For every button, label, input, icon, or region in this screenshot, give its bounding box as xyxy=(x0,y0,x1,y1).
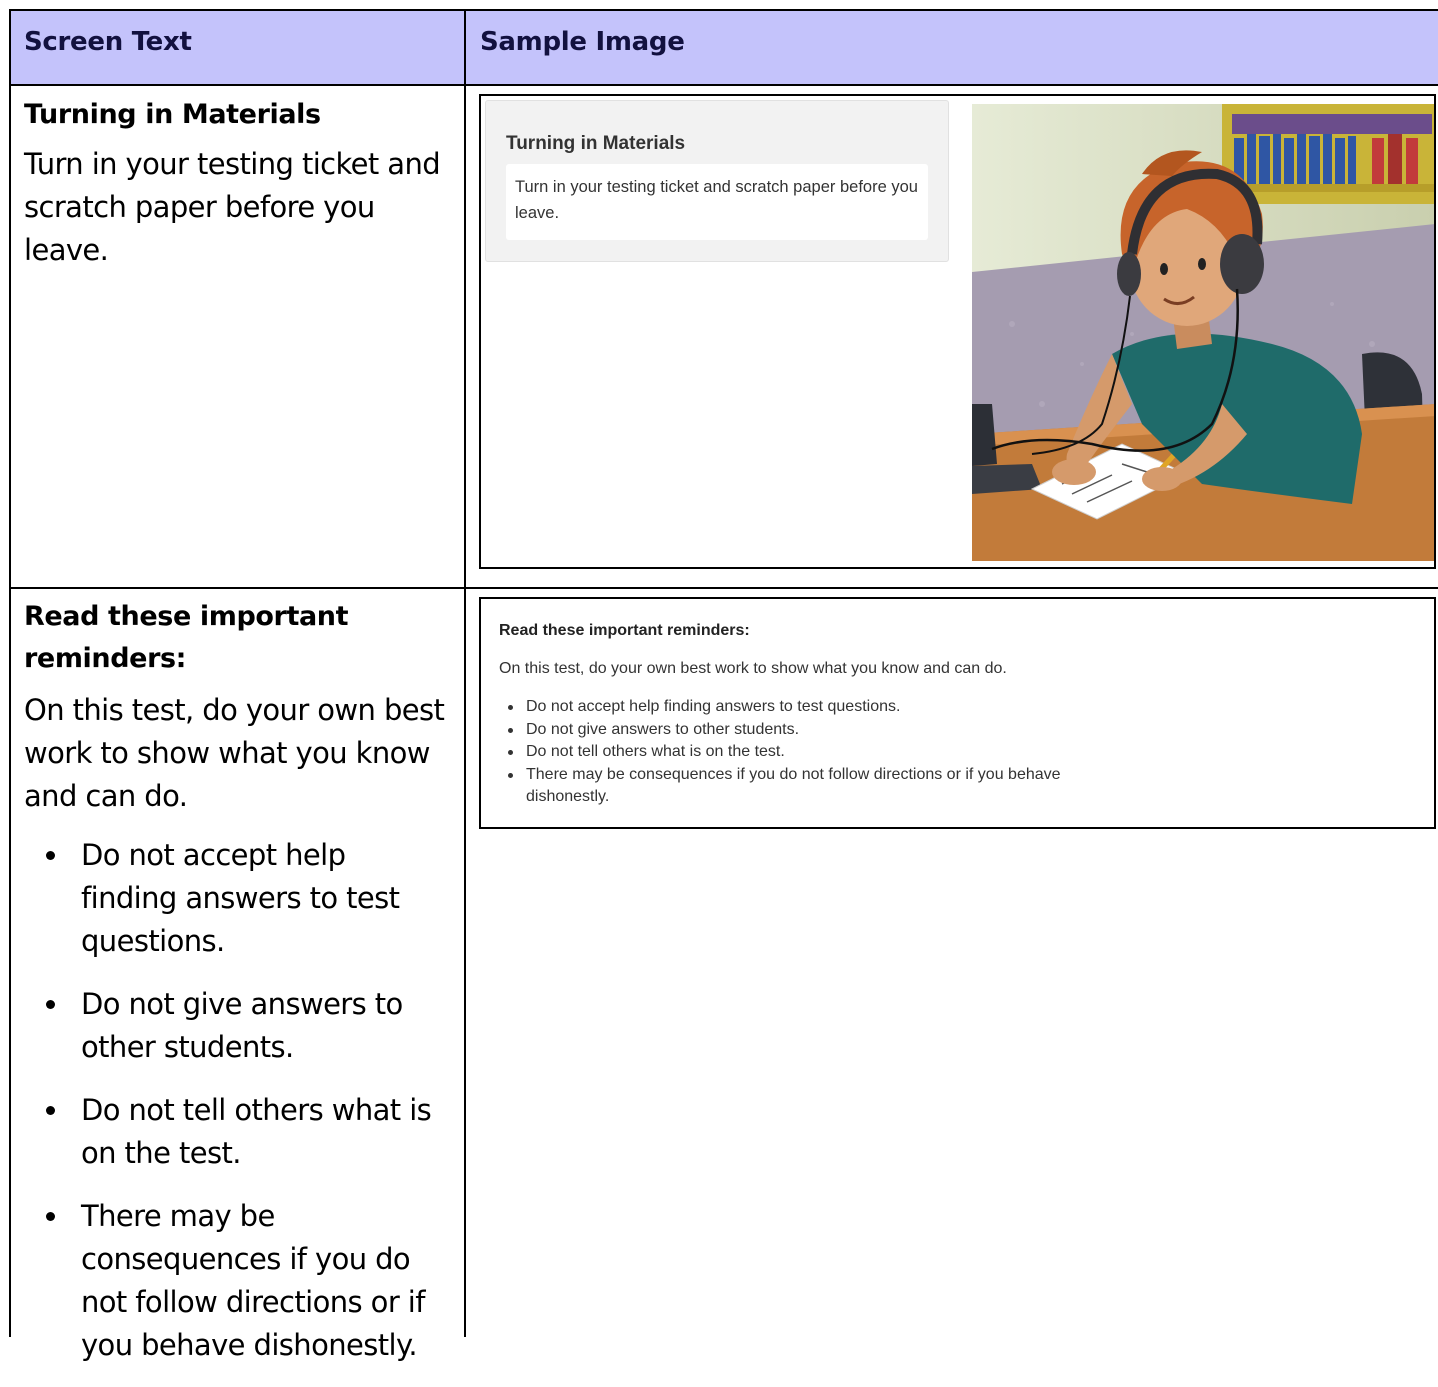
sample-image-turning-in: Turning in Materials Turn in your testin… xyxy=(479,94,1436,569)
sample-image-reminders: Read these important reminders: On this … xyxy=(479,597,1436,829)
sample-reminders-list: Do not accept help finding answers to te… xyxy=(508,696,1146,809)
row2-title: Read these important reminders: xyxy=(24,601,349,674)
row1-body: Turn in your testing ticket and scratch … xyxy=(24,147,441,267)
list-item: Do not tell others what is on the test. xyxy=(24,1089,449,1175)
sample-card-title: Turning in Materials xyxy=(506,133,686,154)
header-divider xyxy=(9,84,1438,86)
header-screen-text: Screen Text xyxy=(24,27,192,57)
student-with-headphones-illustration xyxy=(972,104,1434,561)
list-item: There may be consequences if you do not … xyxy=(24,1195,449,1367)
header-sample-image: Sample Image xyxy=(480,27,685,57)
list-item: There may be consequences if you do not … xyxy=(508,764,1146,809)
list-item: Do not give answers to other students. xyxy=(24,983,449,1069)
sample-card-text: Turn in your testing ticket and scratch … xyxy=(515,178,918,222)
list-item: Do not accept help finding answers to te… xyxy=(508,696,1146,719)
reminders-list: Do not accept help finding answers to te… xyxy=(24,834,449,1387)
sample-card: Turning in Materials Turn in your testin… xyxy=(485,100,949,262)
list-item: Do not accept help finding answers to te… xyxy=(24,834,449,963)
sample-reminders-title: Read these important reminders: xyxy=(499,622,750,639)
list-item: Do not give answers to other students. xyxy=(508,719,1146,742)
list-item: Do not tell others what is on the test. xyxy=(508,741,1146,764)
row1-title: Turning in Materials xyxy=(24,99,321,130)
row-divider xyxy=(9,587,1438,589)
sample-reminders-body: On this test, do your own best work to s… xyxy=(499,660,1007,677)
row2-body: On this test, do your own best work to s… xyxy=(24,693,445,813)
sample-card-message: Turn in your testing ticket and scratch … xyxy=(506,164,928,240)
column-divider xyxy=(464,9,466,1337)
